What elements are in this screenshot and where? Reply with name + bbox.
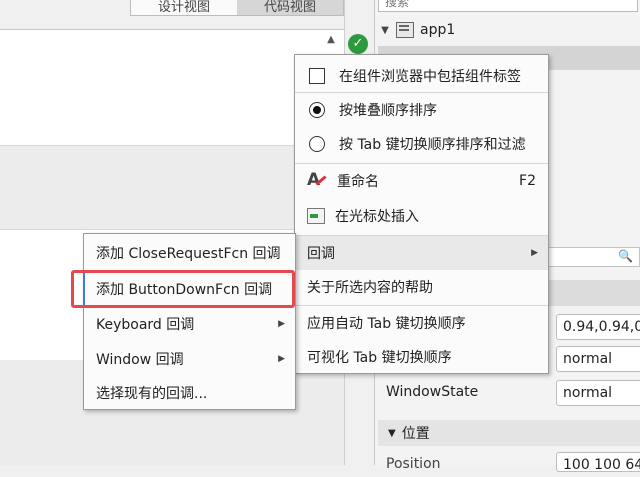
menu-item-include-tags[interactable]: 在组件浏览器中包括组件标签 bbox=[295, 59, 548, 93]
code-editor-area[interactable] bbox=[0, 30, 344, 145]
submenu-item-close-request[interactable]: 添加 CloseRequestFcn 回调 bbox=[84, 236, 295, 270]
submenu-item-keyboard[interactable]: Keyboard 回调 ▶ bbox=[84, 307, 295, 341]
highlight-annotation-box bbox=[71, 270, 295, 308]
property-group-header[interactable] bbox=[546, 280, 640, 306]
menu-item-label: 在组件浏览器中包括组件标签 bbox=[339, 69, 521, 85]
menu-item-label: 在光标处插入 bbox=[335, 209, 419, 225]
menu-item-rename[interactable]: 重命名 F2 bbox=[295, 164, 548, 198]
submenu-arrow-icon: ▶ bbox=[531, 248, 538, 258]
app-icon bbox=[396, 22, 414, 38]
checkbox-icon[interactable] bbox=[309, 68, 325, 84]
tree-item-app1[interactable]: ▼ app1 bbox=[378, 18, 640, 42]
submenu-item-select-existing[interactable]: 选择现有的回调... bbox=[84, 376, 295, 410]
radio-icon[interactable] bbox=[309, 136, 325, 152]
check-status-icon: ✓ bbox=[348, 34, 368, 54]
windowstate-dropdown[interactable]: normal bbox=[556, 380, 640, 406]
menu-item-help[interactable]: 关于所选内容的帮助 bbox=[295, 270, 548, 304]
menu-item-label: 选择现有的回调... bbox=[96, 386, 208, 402]
menu-item-label: 按 Tab 键切换顺序排序和过滤 bbox=[339, 137, 526, 153]
menu-item-label: 重命名 bbox=[337, 174, 379, 190]
menu-item-label: Keyboard 回调 bbox=[96, 317, 195, 333]
menu-item-sort-tab[interactable]: 按 Tab 键切换顺序排序和过滤 bbox=[295, 127, 548, 161]
menu-item-apply-tab-order[interactable]: 应用自动 Tab 键切换顺序 bbox=[295, 306, 548, 340]
scroll-up-icon[interactable]: ▲ bbox=[324, 34, 338, 46]
view-toggle: 设计视图 代码视图 bbox=[130, 0, 344, 16]
submenu-arrow-icon: ▶ bbox=[278, 319, 285, 329]
menu-item-label: Window 回调 bbox=[96, 352, 184, 368]
menu-item-label: 关于所选内容的帮助 bbox=[307, 280, 433, 296]
search-icon: 🔍 bbox=[618, 249, 633, 263]
position-group-label: 位置 bbox=[401, 426, 430, 442]
radio-selected-icon[interactable] bbox=[309, 102, 325, 118]
position-value-field[interactable]: 100 100 64 bbox=[556, 452, 640, 473]
menu-item-label: 回调 bbox=[307, 246, 335, 262]
windowstate-label: WindowState bbox=[386, 384, 479, 400]
component-search-input[interactable]: 搜索 bbox=[378, 0, 638, 12]
menu-item-callbacks[interactable]: 回调 ▶ bbox=[295, 236, 548, 270]
position-label: Position bbox=[386, 456, 441, 472]
menu-item-sort-stack[interactable]: 按堆叠顺序排序 bbox=[295, 93, 548, 127]
shortcut-label: F2 bbox=[519, 173, 536, 189]
position-group-header[interactable]: ▼ 位置 bbox=[378, 420, 640, 446]
menu-item-visualize-tab-order[interactable]: 可视化 Tab 键切换顺序 bbox=[295, 340, 548, 374]
windowstyle-dropdown[interactable]: normal bbox=[556, 346, 640, 372]
context-menu: 在组件浏览器中包括组件标签 按堆叠顺序排序 按 Tab 键切换顺序排序和过滤 重… bbox=[294, 54, 549, 374]
editor-gray-strip bbox=[0, 145, 344, 230]
menu-item-label: 应用自动 Tab 键切换顺序 bbox=[307, 316, 466, 332]
menu-item-label: 可视化 Tab 键切换顺序 bbox=[307, 350, 452, 366]
submenu-item-window[interactable]: Window 回调 ▶ bbox=[84, 342, 295, 376]
menu-item-label: 添加 CloseRequestFcn 回调 bbox=[96, 246, 281, 262]
color-value-field[interactable]: 0.94,0.94,0 bbox=[556, 314, 640, 340]
insert-icon bbox=[307, 208, 325, 224]
menu-item-label: 按堆叠顺序排序 bbox=[339, 103, 437, 119]
collapse-arrow-icon: ▼ bbox=[388, 427, 396, 439]
rename-icon bbox=[307, 170, 327, 191]
code-view-tab[interactable]: 代码视图 bbox=[237, 0, 343, 15]
submenu-arrow-icon: ▶ bbox=[278, 354, 285, 364]
property-search-input[interactable]: 🔍 bbox=[546, 247, 640, 267]
collapse-arrow-icon[interactable]: ▼ bbox=[378, 25, 392, 36]
design-view-tab[interactable]: 设计视图 bbox=[131, 0, 237, 15]
menu-item-insert-at-cursor[interactable]: 在光标处插入 bbox=[295, 199, 548, 233]
callbacks-submenu: 添加 CloseRequestFcn 回调 添加 ButtonDownFcn 回… bbox=[83, 233, 296, 410]
tree-item-label: app1 bbox=[420, 22, 456, 38]
